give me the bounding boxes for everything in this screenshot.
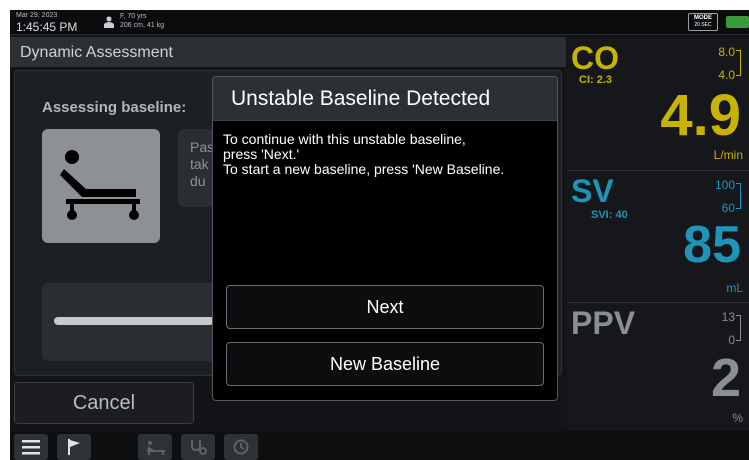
dialog-line-1: To continue with this unstable baseline, bbox=[223, 131, 466, 147]
monitor-screen: Mar 29, 2023 1:45:45 PM F, 70 yrs 206 cm… bbox=[10, 10, 749, 460]
co-target-bracket bbox=[736, 50, 741, 76]
panel-header: Dynamic Assessment bbox=[10, 37, 566, 67]
dialog-header: Unstable Baseline Detected bbox=[213, 77, 557, 121]
mode-label: MODE bbox=[694, 15, 712, 21]
ci-value: CI: 2.3 bbox=[579, 74, 613, 86]
panel-title: Dynamic Assessment bbox=[20, 44, 173, 61]
ppv-low-limit: 0 bbox=[728, 333, 735, 347]
co-label: CO bbox=[571, 40, 619, 76]
stethoscope-icon bbox=[191, 440, 207, 455]
ppv-high-limit: 13 bbox=[721, 310, 735, 324]
mode-value: 20 SEC bbox=[694, 22, 712, 28]
sv-value: 85 bbox=[683, 216, 741, 274]
sv-high-limit: 100 bbox=[714, 178, 735, 192]
instruction-text: Pas tak du bbox=[190, 139, 215, 189]
ppv-parameter-tile[interactable]: PPV 13 0 2 % bbox=[567, 302, 749, 430]
sv-label: SV bbox=[571, 173, 614, 209]
ppv-label: PPV bbox=[571, 305, 636, 341]
status-time: 1:45:45 PM bbox=[16, 20, 78, 34]
next-button[interactable]: Next bbox=[226, 285, 544, 329]
progress-bar bbox=[54, 317, 214, 325]
patient-demographics: F, 70 yrs bbox=[120, 13, 147, 20]
co-unit: L/min bbox=[713, 148, 743, 162]
patient-bed-icon bbox=[60, 150, 140, 220]
dialog-line-3: To start a new baseline, press 'New Base… bbox=[223, 161, 505, 177]
co-low-limit: 4.0 bbox=[718, 68, 735, 82]
sv-unit: mL bbox=[726, 281, 743, 295]
dialog-message: To continue with this unstable baseline,… bbox=[223, 132, 553, 177]
sv-target-bracket bbox=[736, 183, 741, 209]
assessing-label: Assessing baseline: bbox=[42, 99, 187, 116]
flag-button[interactable] bbox=[57, 434, 91, 460]
patient-icon bbox=[104, 16, 114, 28]
progress-box bbox=[42, 283, 222, 361]
battery-icon bbox=[726, 16, 749, 28]
ppv-target-bracket bbox=[736, 315, 741, 341]
mode-button[interactable]: MODE 20 SEC bbox=[688, 13, 718, 31]
status-bar: Mar 29, 2023 1:45:45 PM F, 70 yrs 206 cm… bbox=[10, 10, 749, 35]
menu-icon bbox=[22, 440, 40, 455]
flag-icon bbox=[68, 439, 80, 455]
cancel-button[interactable]: Cancel bbox=[14, 382, 194, 424]
position-button[interactable] bbox=[138, 434, 172, 460]
co-high-limit: 8.0 bbox=[718, 45, 735, 59]
patient-position-card bbox=[42, 129, 160, 243]
patient-bed-icon bbox=[147, 441, 165, 455]
svi-value: SVI: 40 bbox=[591, 209, 628, 221]
ppv-unit: % bbox=[732, 411, 743, 425]
new-baseline-button[interactable]: New Baseline bbox=[226, 342, 544, 386]
sv-low-limit: 60 bbox=[721, 201, 735, 215]
history-button[interactable] bbox=[224, 434, 258, 460]
menu-button[interactable] bbox=[14, 434, 48, 460]
status-date: Mar 29, 2023 bbox=[16, 12, 58, 19]
co-parameter-tile[interactable]: CO CI: 2.3 8.0 4.0 4.9 L/min bbox=[567, 38, 749, 168]
dialog-line-2: press 'Next.' bbox=[223, 146, 300, 162]
bottom-nav bbox=[10, 431, 749, 460]
sv-parameter-tile[interactable]: SV SVI: 40 100 60 85 mL bbox=[567, 170, 749, 300]
clinical-tools-button[interactable] bbox=[181, 434, 215, 460]
history-icon bbox=[233, 439, 249, 455]
dialog-title: Unstable Baseline Detected bbox=[231, 87, 491, 110]
co-value: 4.9 bbox=[660, 83, 741, 148]
patient-size: 206 cm, 41 kg bbox=[120, 22, 164, 29]
unstable-baseline-dialog: Unstable Baseline Detected To continue w… bbox=[212, 76, 558, 401]
ppv-value: 2 bbox=[710, 348, 741, 408]
